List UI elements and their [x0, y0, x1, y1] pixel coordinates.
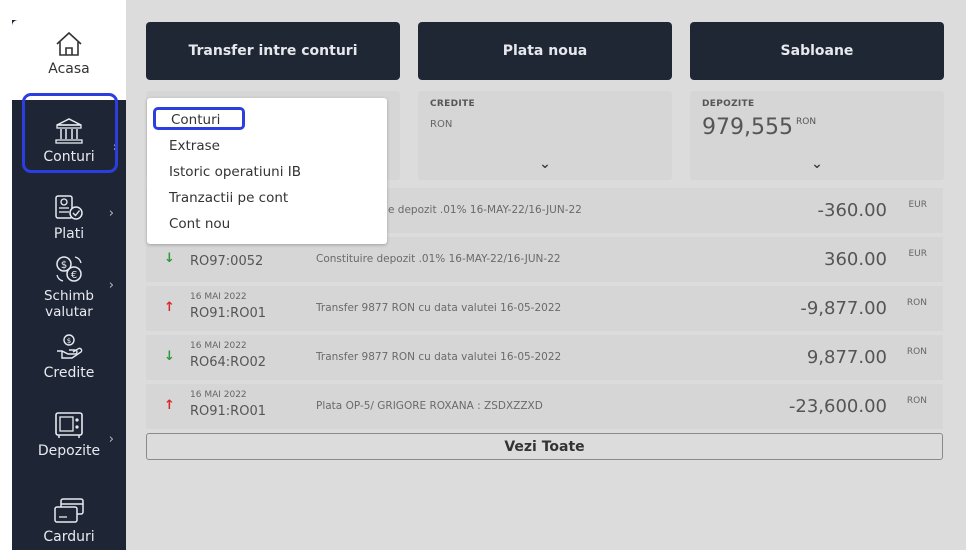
transaction-account: RO97:0052 [190, 254, 264, 269]
plata-noua-button[interactable]: Plata noua [418, 22, 672, 80]
highlight-box-conturi [22, 93, 118, 173]
summary-card-credite[interactable]: CREDITE RON ⌄ [418, 91, 672, 180]
transaction-amount: -23,600.00 [788, 396, 887, 417]
chevron-down-icon[interactable]: ⌄ [418, 156, 672, 172]
menu-item-istoric-operatiuni-ib[interactable]: Istoric operatiuni IB [169, 164, 301, 180]
deposit-amount: 979,555 [702, 115, 793, 140]
sidebar-item-credite[interactable]: $ Credite [12, 332, 126, 381]
transaction-row[interactable]: ↑ 16 MAI 2022 RO91:RO01 Plata OP-5/ GRIG… [146, 384, 943, 429]
card-currency: RON [795, 117, 817, 127]
app-window: Acasa Conturi › Plati › $ € Schimb valut… [0, 0, 966, 550]
button-label: Sabloane [780, 43, 854, 59]
sidebar-item-label: Carduri [43, 529, 95, 545]
transaction-description: Plata OP-5/ GRIGORE ROXANA : ZSDXZZXD [316, 400, 543, 412]
transaction-currency: EUR [908, 200, 927, 210]
highlight-box-menu-conturi [153, 107, 245, 130]
transaction-description: Transfer 9877 RON cu data valutei 16-05-… [316, 351, 562, 363]
arrow-down-icon: ↓ [164, 251, 175, 266]
sidebar-item-label: Acasa [48, 61, 90, 77]
home-icon [56, 31, 82, 56]
transaction-description: Constituire depozit .01% 16-MAY-22/16-JU… [316, 253, 561, 265]
chevron-right-icon: › [108, 278, 114, 293]
transaction-description: e depozit .01% 16-MAY-22/16-JUN-22 [388, 204, 582, 216]
transaction-amount: 360.00 [824, 249, 887, 270]
transaction-amount: -360.00 [817, 200, 887, 221]
transaction-row[interactable]: ↓ 16 MAI 2022 RO64:RO02 Transfer 9877 RO… [146, 335, 943, 380]
menu-item-tranzactii-pe-cont[interactable]: Tranzactii pe cont [169, 190, 288, 206]
sidebar-item-label: Schimb valutar [43, 288, 95, 320]
menu-item-cont-nou[interactable]: Cont nou [169, 216, 230, 232]
transaction-date: 16 MAI 2022 [190, 292, 247, 302]
chevron-down-icon[interactable]: ⌄ [690, 156, 944, 172]
transaction-account: RO91:RO01 [190, 404, 266, 419]
transaction-row[interactable]: ↑ 16 MAI 2022 RO91:RO01 Transfer 9877 RO… [146, 286, 943, 331]
sidebar-item-acasa[interactable]: Acasa [12, 20, 126, 100]
card-value: 979,555 RON [702, 115, 816, 140]
transaction-amount: 9,877.00 [806, 347, 887, 368]
sidebar-item-label: Plati [53, 226, 85, 242]
sidebar-item-carduri[interactable]: Carduri [12, 496, 126, 545]
button-label: Vezi Toate [504, 438, 585, 455]
sidebar-item-label: Credite [43, 365, 95, 381]
vezi-toate-button[interactable]: Vezi Toate [146, 433, 943, 460]
sidebar-item-label: Depozite [37, 443, 101, 459]
payments-icon [55, 195, 83, 220]
transaction-amount: -9,877.00 [800, 298, 887, 319]
transaction-date: 16 MAI 2022 [190, 390, 247, 400]
arrow-up-icon: ↑ [164, 398, 175, 413]
card-title: DEPOZITE [702, 99, 755, 109]
menu-item-extrase[interactable]: Extrase [169, 138, 220, 154]
svg-text:$: $ [61, 260, 67, 271]
sidebar: Acasa Conturi › Plati › $ € Schimb valut… [12, 20, 126, 550]
chevron-right-icon: › [108, 206, 114, 221]
transfer-intre-conturi-button[interactable]: Transfer intre conturi [146, 22, 400, 80]
svg-text:$: $ [67, 337, 71, 345]
transaction-currency: RON [906, 396, 927, 406]
currency-exchange-icon: $ € [56, 256, 82, 282]
transaction-description: Transfer 9877 RON cu data valutei 16-05-… [316, 302, 562, 314]
transaction-account: RO91:RO01 [190, 306, 266, 321]
sabloane-button[interactable]: Sabloane [690, 22, 944, 80]
summary-card-depozite[interactable]: DEPOZITE 979,555 RON ⌄ [690, 91, 944, 180]
card-icon [54, 498, 84, 523]
safe-icon [55, 412, 83, 438]
button-label: Transfer intre conturi [188, 43, 358, 59]
chevron-right-icon: › [108, 432, 114, 447]
transaction-currency: RON [906, 347, 927, 357]
card-title: CREDITE [430, 99, 475, 109]
button-label: Plata noua [502, 43, 588, 59]
transaction-currency: RON [906, 298, 927, 308]
arrow-down-icon: ↓ [164, 349, 175, 364]
transaction-date: 16 MAI 2022 [190, 341, 247, 351]
credit-hand-icon: $ [57, 334, 83, 359]
svg-text:€: € [71, 270, 77, 281]
card-currency: RON [430, 119, 453, 130]
transaction-account: RO64:RO02 [190, 355, 266, 370]
transaction-currency: EUR [908, 249, 927, 259]
arrow-up-icon: ↑ [164, 300, 175, 315]
